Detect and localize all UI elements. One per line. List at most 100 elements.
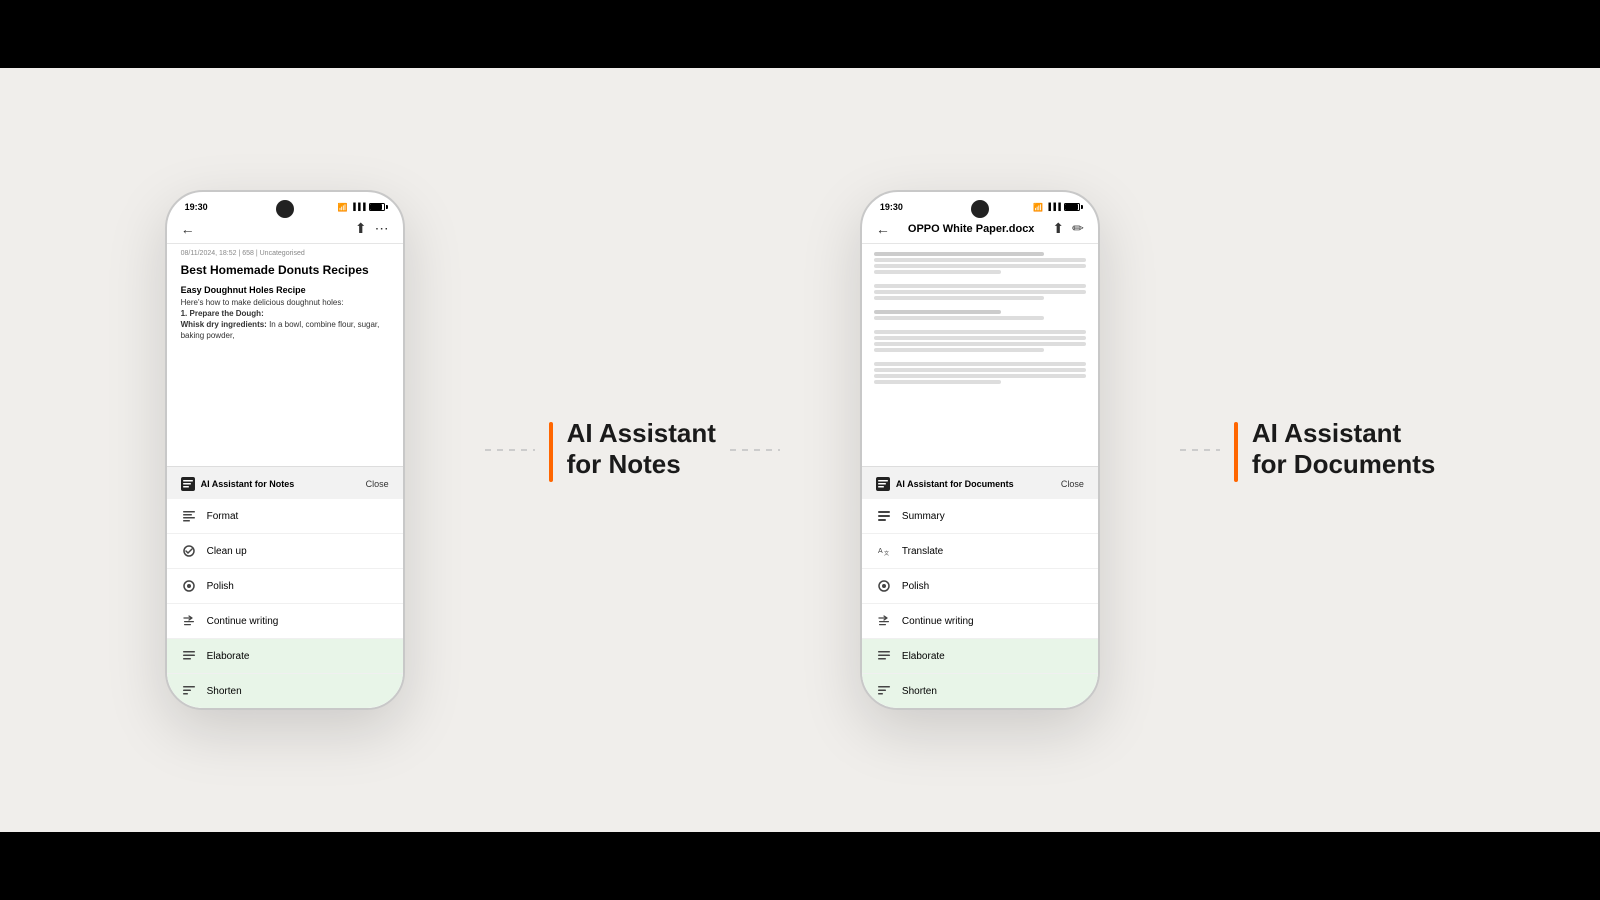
- format-icon: [181, 508, 197, 524]
- cleanup-icon: [181, 543, 197, 559]
- polish-label: Polish: [207, 581, 234, 592]
- polish-label-docs: Polish: [902, 581, 929, 592]
- ai-close-button-notes[interactable]: Close: [366, 479, 389, 489]
- elaborate-icon: [181, 648, 197, 664]
- status-bar-notes: 19:30 📶 ▐▐▐: [167, 192, 403, 216]
- label-text-notes: AI Assistantfor Notes: [567, 418, 716, 480]
- ai-panel-title-notes: AI Assistant for Notes: [181, 477, 295, 491]
- label-group-docs: AI Assistantfor Documents: [1180, 418, 1435, 482]
- summary-label: Summary: [902, 511, 945, 522]
- dashed-line-left-1: [485, 449, 535, 451]
- share-button-docs[interactable]: ⬆: [1052, 220, 1064, 237]
- svg-text:A: A: [878, 548, 883, 555]
- shorten-label: Shorten: [207, 686, 242, 697]
- wifi-icon: 📶: [338, 203, 348, 212]
- shorten-icon: [181, 683, 197, 699]
- translate-icon: A 文: [876, 543, 892, 559]
- menu-item-polish-docs[interactable]: Polish: [862, 569, 1098, 604]
- note-subtitle: Easy Doughnut Holes Recipe: [181, 285, 389, 295]
- share-button-notes[interactable]: ⬆: [355, 220, 367, 237]
- continue-icon: [181, 613, 197, 629]
- doc-title: OPPO White Paper.docx: [908, 223, 1035, 235]
- doc-section-1: [874, 252, 1086, 274]
- ai-panel-notes: AI Assistant for Notes Close Form: [167, 466, 403, 708]
- scene: 19:30 📶 ▐▐▐ ← ⬆ ⋯ 08/11/2024, 18:52 | 65…: [0, 0, 1600, 900]
- note-body: Here's how to make delicious doughnut ho…: [181, 297, 389, 342]
- ai-icon-docs: [876, 477, 890, 491]
- doc-section-3: [874, 310, 1086, 320]
- elaborate-label: Elaborate: [207, 651, 250, 662]
- continue-label-docs: Continue writing: [902, 616, 974, 627]
- camera-docs: [971, 200, 989, 218]
- shorten-label-docs: Shorten: [902, 686, 937, 697]
- signal-icon: ▐▐▐: [351, 204, 366, 211]
- polish-icon: [181, 578, 197, 594]
- more-button-notes[interactable]: ⋯: [375, 220, 389, 237]
- ai-title-text-docs: AI Assistant for Documents: [896, 479, 1014, 489]
- dashed-line-left-2: [1180, 449, 1220, 451]
- bottom-bar: [0, 832, 1600, 900]
- phone-documents: 19:30 📶 ▐▐▐ ← OPPO White Paper.docx ⬆ ✏: [860, 190, 1100, 710]
- note-text-1: Here's how to make delicious doughnut ho…: [181, 298, 344, 307]
- doc-section-2: [874, 284, 1086, 300]
- label-text-docs: AI Assistantfor Documents: [1252, 418, 1435, 480]
- label-group-notes: AI Assistantfor Notes: [485, 418, 780, 482]
- format-label: Format: [207, 511, 239, 522]
- edit-button-docs[interactable]: ✏: [1072, 220, 1084, 237]
- elaborate-label-docs: Elaborate: [902, 651, 945, 662]
- signal-icon-docs: ▐▐▐: [1046, 204, 1061, 211]
- summary-icon: [876, 508, 892, 524]
- camera-notes: [276, 200, 294, 218]
- time-notes: 19:30: [185, 202, 208, 212]
- ai-panel-docs: AI Assistant for Documents Close Summary: [862, 466, 1098, 708]
- note-text-3: Whisk dry ingredients:: [181, 320, 267, 329]
- menu-item-format[interactable]: Format: [167, 499, 403, 534]
- phone-notes: 19:30 📶 ▐▐▐ ← ⬆ ⋯ 08/11/2024, 18:52 | 65…: [165, 190, 405, 710]
- menu-item-continue-docs[interactable]: Continue writing: [862, 604, 1098, 639]
- battery-icon: [369, 203, 385, 211]
- menu-item-elaborate[interactable]: Elaborate: [167, 639, 403, 674]
- menu-item-translate[interactable]: A 文 Translate: [862, 534, 1098, 569]
- top-bar: [0, 0, 1600, 68]
- ai-panel-header-notes: AI Assistant for Notes Close: [167, 467, 403, 499]
- ai-panel-header-docs: AI Assistant for Documents Close: [862, 467, 1098, 499]
- dashed-line-right-1: [730, 449, 780, 451]
- menu-item-cleanup[interactable]: Clean up: [167, 534, 403, 569]
- ai-icon-notes: [181, 477, 195, 491]
- menu-item-shorten[interactable]: Shorten: [167, 674, 403, 708]
- shorten-icon-docs: [876, 683, 892, 699]
- orange-bar-1: [549, 422, 553, 482]
- back-button-docs[interactable]: ←: [876, 221, 890, 237]
- svg-text:文: 文: [884, 550, 889, 557]
- nav-actions-notes: ⬆ ⋯: [355, 220, 389, 237]
- doc-section-4: [874, 330, 1086, 352]
- menu-item-continue[interactable]: Continue writing: [167, 604, 403, 639]
- nav-bar-docs: ← OPPO White Paper.docx ⬆ ✏: [862, 216, 1098, 244]
- status-icons-notes: 📶 ▐▐▐: [338, 203, 385, 212]
- ai-panel-title-docs: AI Assistant for Documents: [876, 477, 1014, 491]
- status-icons-docs: 📶 ▐▐▐: [1033, 203, 1080, 212]
- menu-item-shorten-docs[interactable]: Shorten: [862, 674, 1098, 708]
- nav-actions-docs: ⬆ ✏: [1052, 220, 1083, 237]
- wifi-icon-docs: 📶: [1033, 203, 1043, 212]
- continue-label: Continue writing: [207, 616, 279, 627]
- battery-icon-docs: [1064, 203, 1080, 211]
- time-docs: 19:30: [880, 202, 903, 212]
- nav-bar-notes: ← ⬆ ⋯: [167, 216, 403, 244]
- translate-label: Translate: [902, 546, 943, 557]
- back-button-notes[interactable]: ←: [181, 221, 195, 237]
- ai-close-button-docs[interactable]: Close: [1061, 479, 1084, 489]
- doc-content-area: AI Assistant for Documents Close Summary: [862, 244, 1098, 680]
- note-meta: 08/11/2024, 18:52 | 658 | Uncategorised: [167, 244, 403, 261]
- polish-icon-docs: [876, 578, 892, 594]
- note-text-2: 1. Prepare the Dough:: [181, 309, 264, 318]
- note-title: Best Homemade Donuts Recipes: [181, 263, 389, 279]
- note-content-area: 08/11/2024, 18:52 | 658 | Uncategorised …: [167, 244, 403, 680]
- doc-section-5: [874, 362, 1086, 384]
- elaborate-icon-docs: [876, 648, 892, 664]
- status-bar-docs: 19:30 📶 ▐▐▐: [862, 192, 1098, 216]
- orange-bar-2: [1234, 422, 1238, 482]
- menu-item-polish[interactable]: Polish: [167, 569, 403, 604]
- menu-item-elaborate-docs[interactable]: Elaborate: [862, 639, 1098, 674]
- menu-item-summary[interactable]: Summary: [862, 499, 1098, 534]
